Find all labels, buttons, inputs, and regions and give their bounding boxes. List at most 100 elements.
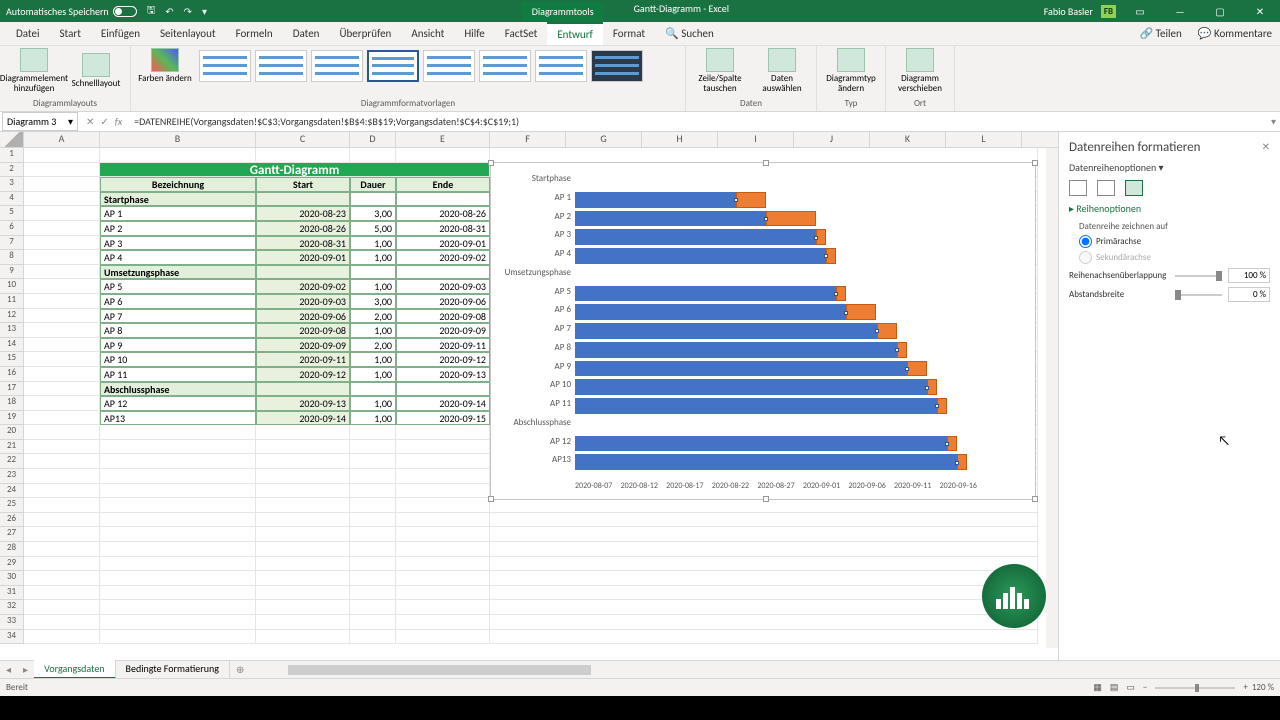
spreadsheet-grid[interactable]: ABCDEFGHIJKL 12Gantt-Diagramm3Bezeichnun… (0, 132, 1058, 660)
cell[interactable] (490, 542, 1038, 557)
cell[interactable]: 1,00 (350, 323, 396, 338)
cell[interactable] (24, 454, 100, 469)
zoom-slider[interactable] (1155, 687, 1235, 689)
cell[interactable]: 1,00 (350, 411, 396, 426)
cell[interactable] (396, 454, 490, 469)
cell[interactable]: 2020-09-02 (396, 250, 490, 265)
cell[interactable] (350, 265, 396, 280)
column-header[interactable]: F (490, 132, 566, 147)
cell[interactable]: 1,00 (350, 250, 396, 265)
chart-plot-area[interactable] (575, 171, 977, 471)
cell[interactable] (350, 513, 396, 528)
fill-line-icon[interactable] (1069, 180, 1087, 196)
cell[interactable] (490, 527, 1038, 542)
cell[interactable] (350, 527, 396, 542)
enter-formula-icon[interactable]: ✓ (100, 115, 108, 128)
cell[interactable] (24, 440, 100, 455)
cell[interactable]: 2020-09-06 (396, 294, 490, 309)
cell[interactable] (24, 192, 100, 207)
cell[interactable]: 2020-09-01 (256, 250, 350, 265)
cell[interactable] (350, 615, 396, 630)
chart-category-label[interactable]: AP 3 (495, 229, 571, 240)
chart-category-label[interactable]: AP13 (495, 454, 571, 465)
row-header[interactable]: 14 (0, 338, 24, 353)
panel-options-dropdown[interactable]: Datenreihenoptionen (1069, 161, 1156, 174)
select-data-button[interactable]: Daten auswählen (754, 48, 810, 94)
row-header[interactable]: 19 (0, 411, 24, 426)
cell[interactable] (24, 382, 100, 397)
cell[interactable]: Dauer (350, 177, 396, 192)
cell[interactable] (490, 571, 1038, 586)
cell[interactable] (396, 557, 490, 572)
minimize-icon[interactable]: — (1164, 5, 1196, 18)
change-colors-button[interactable]: Farben ändern (137, 48, 193, 84)
user-name[interactable]: Fabio Basler (1044, 5, 1093, 18)
vertical-scrollbar[interactable] (1046, 148, 1058, 648)
chart-bar-start[interactable] (575, 379, 927, 395)
user-avatar[interactable]: FB (1101, 5, 1116, 18)
close-icon[interactable]: ✕ (1244, 5, 1276, 18)
row-header[interactable]: 17 (0, 382, 24, 397)
row-header[interactable]: 30 (0, 571, 24, 586)
chart-category-label[interactable]: AP 6 (495, 304, 571, 315)
cell[interactable]: AP13 (100, 411, 256, 426)
tab-überprüfen[interactable]: Überprüfen (329, 23, 401, 44)
cell[interactable]: 2020-09-14 (256, 411, 350, 426)
name-box[interactable]: Diagramm 3▾ (2, 112, 78, 131)
cell[interactable] (490, 615, 1038, 630)
cell[interactable] (24, 498, 100, 513)
cell[interactable] (100, 425, 256, 440)
cell[interactable]: AP 2 (100, 221, 256, 236)
cell[interactable]: 2020-09-06 (256, 309, 350, 324)
cell[interactable] (396, 527, 490, 542)
cell[interactable] (350, 192, 396, 207)
cell[interactable] (256, 425, 350, 440)
cell[interactable] (256, 513, 350, 528)
autosave-toggle[interactable] (113, 6, 137, 17)
cell[interactable] (100, 557, 256, 572)
cell[interactable]: Gantt-Diagramm (100, 163, 490, 178)
cell[interactable]: AP 8 (100, 323, 256, 338)
cell[interactable] (256, 542, 350, 557)
chart-bar-start[interactable] (575, 342, 897, 358)
cell[interactable]: 2020-09-09 (256, 338, 350, 353)
cell[interactable] (256, 600, 350, 615)
cancel-formula-icon[interactable]: ✕ (86, 115, 94, 128)
column-header[interactable]: I (718, 132, 794, 147)
formula-input[interactable]: =DATENREIHE(Vorgangsdaten!$C$3;Vorgangsd… (128, 113, 1267, 130)
series-options-section[interactable]: ▸ Reihenoptionen (1069, 202, 1270, 215)
cell[interactable]: 2020-09-11 (256, 352, 350, 367)
row-header[interactable]: 33 (0, 615, 24, 630)
cell[interactable] (24, 396, 100, 411)
chart-bar-duration[interactable] (766, 211, 816, 227)
cell[interactable]: 3,00 (350, 206, 396, 221)
tab-ansicht[interactable]: Ansicht (401, 23, 454, 44)
cell[interactable] (350, 542, 396, 557)
chart-category-label[interactable]: AP 2 (495, 211, 571, 222)
cell[interactable] (350, 425, 396, 440)
cell[interactable]: Umsetzungsphase (100, 265, 256, 280)
overlap-input[interactable] (1228, 268, 1270, 283)
cell[interactable] (396, 440, 490, 455)
tab-seitenlayout[interactable]: Seitenlayout (150, 23, 226, 44)
select-all-button[interactable] (0, 132, 24, 147)
row-header[interactable]: 1 (0, 148, 24, 163)
share-button[interactable]: 🔗 Teilen (1131, 23, 1189, 44)
cell[interactable] (24, 542, 100, 557)
expand-formula-icon[interactable]: ▾ (1267, 115, 1280, 128)
column-header[interactable]: E (396, 132, 490, 147)
row-header[interactable]: 13 (0, 323, 24, 338)
row-header[interactable]: 12 (0, 309, 24, 324)
cell[interactable] (24, 425, 100, 440)
cell[interactable]: 2020-09-11 (396, 338, 490, 353)
cell[interactable] (256, 571, 350, 586)
cell[interactable]: AP 11 (100, 367, 256, 382)
row-header[interactable]: 9 (0, 265, 24, 280)
sheet-nav-prev-icon[interactable]: ◂ (0, 663, 17, 676)
cell[interactable] (24, 352, 100, 367)
cell[interactable] (24, 236, 100, 251)
cell[interactable] (350, 484, 396, 499)
chart-bar-start[interactable] (575, 454, 957, 470)
cell[interactable]: AP 3 (100, 236, 256, 251)
gap-input[interactable] (1228, 287, 1270, 302)
